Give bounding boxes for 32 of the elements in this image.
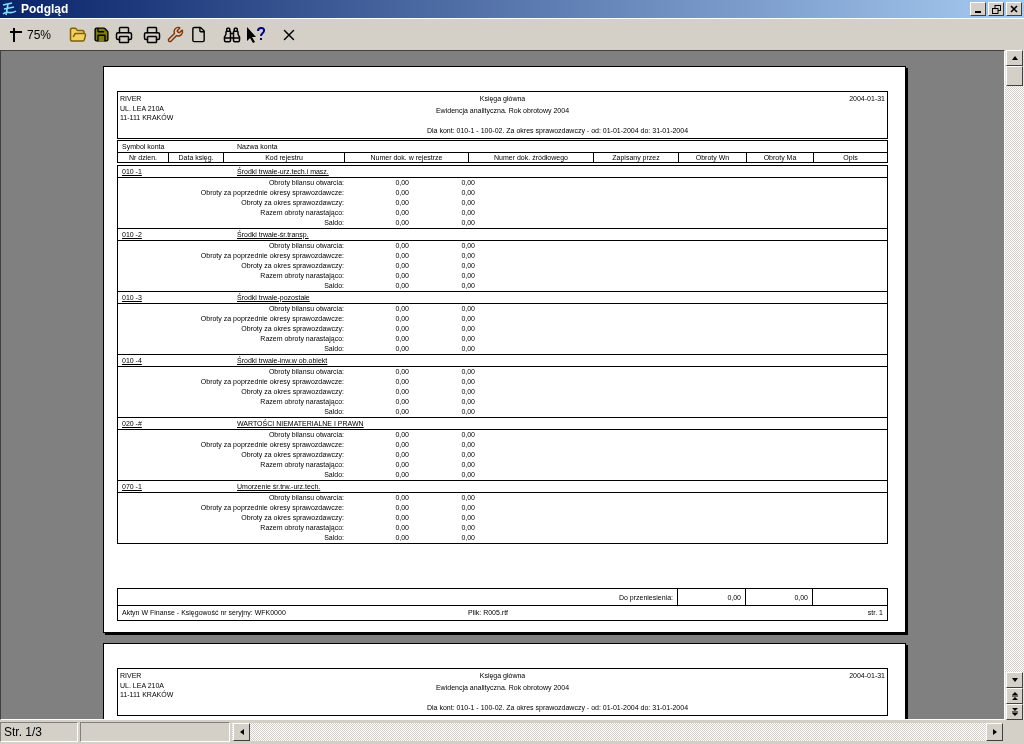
binoculars-icon [223, 25, 242, 44]
printer-icon [143, 25, 162, 44]
scroll-right-button[interactable] [986, 723, 1003, 741]
page-indicator: Str. 1/3 [0, 722, 78, 742]
zoom-icon [9, 26, 23, 43]
down-arrow-icon [1010, 676, 1019, 684]
scroll-left-button[interactable] [233, 723, 250, 741]
up-arrow-icon [1010, 54, 1019, 62]
close-button[interactable] [1006, 2, 1022, 16]
restore-icon [991, 4, 1001, 14]
app-logo-icon [2, 1, 18, 17]
window-title: Podgląd [21, 2, 70, 16]
page-icon [189, 26, 207, 43]
vertical-scrollbar[interactable] [1005, 50, 1024, 720]
close-icon [1010, 5, 1018, 13]
scroll-down-button[interactable] [1006, 672, 1023, 688]
minimize-button[interactable] [970, 2, 986, 16]
previous-page-button[interactable] [1006, 688, 1023, 704]
folder-icon [69, 25, 88, 44]
right-arrow-icon [990, 728, 999, 736]
next-page-button[interactable] [1006, 704, 1023, 720]
double-down-arrow-icon [1010, 707, 1019, 717]
help-pointer-icon [246, 25, 267, 44]
restore-button[interactable] [988, 2, 1004, 16]
scroll-up-button[interactable] [1006, 50, 1023, 66]
zoom-button[interactable]: 75% [7, 22, 54, 47]
printer-icon [115, 25, 134, 44]
save-icon [92, 26, 110, 43]
horizontal-scrollbar[interactable] [232, 723, 1003, 741]
double-up-arrow-icon [1010, 691, 1019, 701]
wrench-icon [166, 26, 184, 43]
scroll-thumb[interactable] [1006, 66, 1023, 86]
